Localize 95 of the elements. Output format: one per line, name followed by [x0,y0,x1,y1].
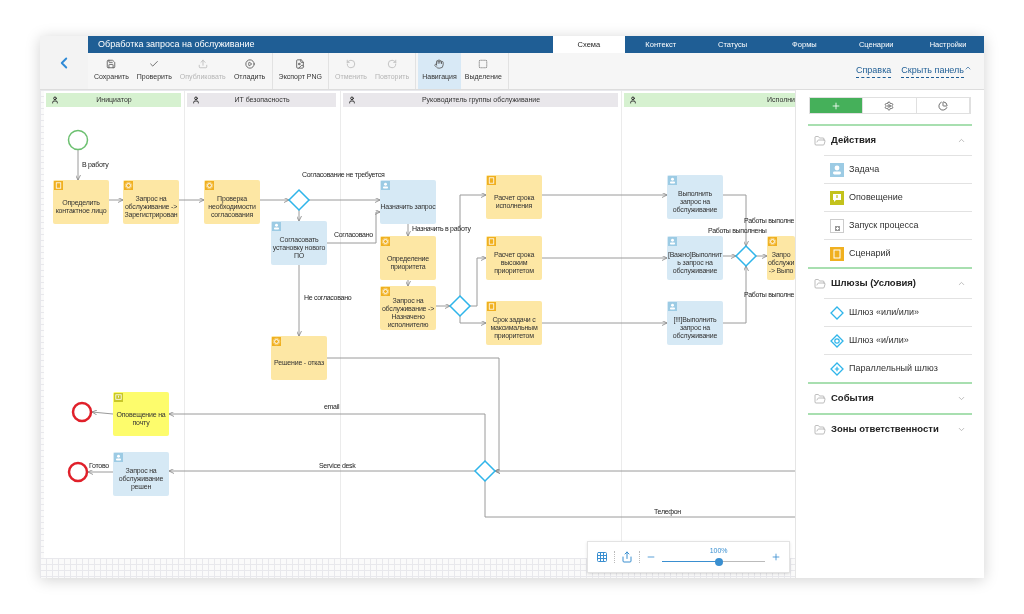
connector-arrow [435,303,451,309]
folder-icon [814,277,826,290]
palette-item[interactable]: Запуск процесса [824,211,972,239]
document-icon [487,237,496,246]
chevron-down-icon [957,394,966,403]
document-icon [830,246,844,261]
person-icon [51,96,59,104]
section-title: Зоны ответственности [831,422,939,437]
user-icon [381,181,390,190]
pie-chart-icon [937,100,948,111]
end-event-circle [67,461,89,483]
diamond-plus-icon [830,361,844,376]
grid-icon[interactable] [596,551,608,563]
gear-icon [381,237,390,246]
palette-item[interactable]: Задача [824,155,972,183]
gateway-diamond [448,294,472,318]
hand-icon [434,59,445,70]
connector-arrow [326,209,381,244]
document-icon [54,181,63,190]
user-icon [668,237,677,246]
gateway-diamond [287,188,311,212]
play-icon [244,59,255,70]
zoom-slider[interactable] [662,559,765,565]
section-header[interactable]: Шлюзы (Условия) [808,269,972,298]
user-icon [668,302,677,311]
section-header[interactable]: События [808,384,972,413]
connector-arrow [108,197,124,203]
panel-tab[interactable] [810,98,864,113]
chevron-up-icon [957,136,966,145]
redo-icon [387,59,398,70]
gear-icon [884,100,895,111]
folder-icon [814,134,826,147]
gear-icon [124,181,133,190]
palette-label: Оповещение [849,190,903,204]
connector-arrow [459,315,487,326]
diamond-icon [830,305,844,320]
palette-item[interactable]: Параллельный шлюз [824,354,972,382]
subprocess-icon [830,218,844,233]
export-icon[interactable] [621,551,633,563]
connector-arrow [259,197,290,203]
person-icon [629,96,637,104]
connector-arrow [75,149,81,181]
palette-item[interactable]: Оповещение [824,183,972,211]
person-icon [348,96,356,104]
palette-label: Сценарий [849,246,891,260]
section-title: Шлюзы (Условия) [831,276,917,291]
section-header[interactable]: Действия [808,126,972,155]
section-title: События [831,391,874,406]
header-link[interactable]: Справка [855,63,892,79]
document-icon [487,176,496,185]
zoom-in-icon[interactable] [771,552,781,562]
gear-icon [205,181,214,190]
end-event-circle [71,401,93,423]
start-event-circle [67,129,89,151]
upload-icon [197,59,208,70]
window-title: Обработка запроса на обслуживание [97,38,256,51]
palette-label: Задача [849,162,880,176]
gateway-diamond [734,244,758,268]
connector-arrow [178,197,205,203]
user-icon [830,162,844,177]
user-icon [668,176,677,185]
chevron-up-icon [957,279,966,288]
file-icon [295,59,306,70]
selection-icon [478,59,489,70]
folder-icon [814,423,826,436]
checkmark-icon [149,59,160,70]
user-icon [272,222,281,231]
user-icon [114,453,123,462]
plus-icon [831,100,842,111]
message-icon [114,393,123,402]
message-icon [830,190,844,205]
gear-icon [381,287,390,296]
gateway-diamond [473,459,497,483]
connector-arrow [87,469,114,475]
section-header[interactable]: Зоны ответственности [808,415,972,444]
header-link[interactable]: Скрыть панель [901,63,964,79]
connector-arrow [755,253,768,259]
chevron-down-icon [957,425,966,434]
palette-label: Шлюз «и/или» [849,333,909,347]
gear-icon [272,337,281,346]
gear-icon [768,237,777,246]
palette-item[interactable]: Шлюз «и/или» [824,326,972,354]
palette-label: Запуск процесса [849,218,919,232]
folder-icon [814,392,826,405]
person-icon [192,96,200,104]
palette-item[interactable]: Шлюз «или/или» [824,298,972,326]
palette-item[interactable]: Сценарий [824,239,972,267]
slider-thumb[interactable] [714,558,723,566]
palette-label: Параллельный шлюз [849,361,938,375]
connector-arrow [405,279,411,287]
section-title: Действия [831,133,877,148]
document-icon [487,302,496,311]
connector-arrow [91,409,114,416]
undo-icon [346,59,356,70]
palette-label: Шлюз «или/или» [849,305,919,319]
